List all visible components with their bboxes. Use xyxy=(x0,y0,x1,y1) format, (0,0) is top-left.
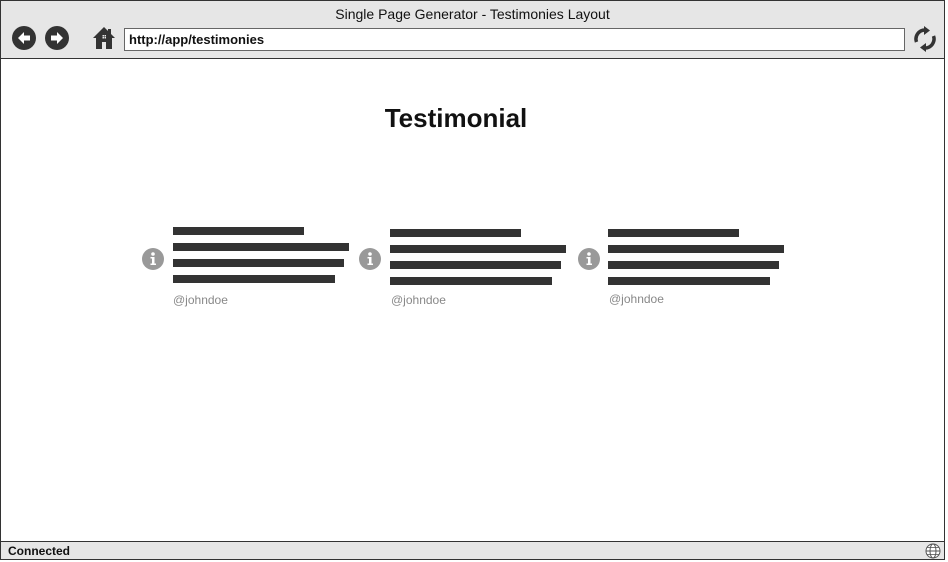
text-placeholder-line xyxy=(390,261,561,269)
testimonial-text xyxy=(173,227,349,291)
url-input[interactable] xyxy=(124,28,905,51)
arrow-left-icon xyxy=(18,32,30,44)
home-button[interactable] xyxy=(92,26,116,50)
text-placeholder-line xyxy=(173,275,335,283)
arrow-right-icon xyxy=(51,32,63,44)
testimonial-handle: @johndoe xyxy=(173,293,228,307)
info-icon xyxy=(578,248,600,270)
browser-window: Single Page Generator - Testimonies Layo… xyxy=(0,0,945,560)
text-placeholder-line xyxy=(173,259,344,267)
text-placeholder-line xyxy=(390,245,566,253)
back-button[interactable] xyxy=(12,26,36,50)
status-bar: Connected xyxy=(1,541,944,559)
home-icon xyxy=(93,27,115,49)
page-heading: Testimonial xyxy=(384,103,528,133)
text-placeholder-line xyxy=(390,277,552,285)
browser-titlebar: Single Page Generator - Testimonies Layo… xyxy=(1,1,944,59)
window-title: Single Page Generator - Testimonies Layo… xyxy=(335,6,610,22)
status-text: Connected xyxy=(8,544,71,558)
globe-icon xyxy=(925,543,941,559)
text-placeholder-line xyxy=(173,227,304,235)
testimonial-text xyxy=(390,229,566,293)
testimonial-text xyxy=(608,229,784,293)
testimonial-handle: @johndoe xyxy=(391,293,446,307)
text-placeholder-line xyxy=(608,277,770,285)
testimonial-handle: @johndoe xyxy=(609,292,664,306)
text-placeholder-line xyxy=(608,229,739,237)
info-icon xyxy=(142,248,164,270)
info-icon xyxy=(359,248,381,270)
text-placeholder-line xyxy=(173,243,349,251)
text-placeholder-line xyxy=(390,229,521,237)
forward-button[interactable] xyxy=(45,26,69,50)
refresh-button[interactable] xyxy=(913,26,937,52)
text-placeholder-line xyxy=(608,245,784,253)
refresh-icon xyxy=(914,26,936,52)
text-placeholder-line xyxy=(608,261,779,269)
